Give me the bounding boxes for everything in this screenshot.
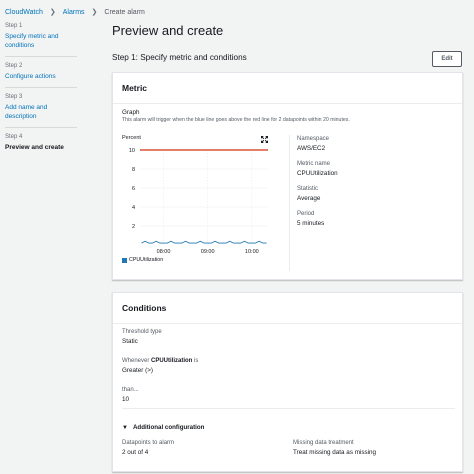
chart-legend: CPUUtilization (122, 257, 163, 263)
datapoints-to-alarm: Datapoints to alarm 2 out of 4 (122, 440, 174, 456)
whenever-condition: Whenever CPUUtilization is Greater (>) (122, 358, 198, 374)
breadcrumb-create-alarm: Create alarm (104, 8, 145, 16)
wizard-step-1: Step 1 Specify metric and conditions (5, 23, 77, 57)
metric-details: Namespace AWS/EC2 Metric name CPUUtiliza… (297, 136, 338, 236)
chevron-right-icon: ❯ (91, 9, 98, 16)
step-link-add-name[interactable]: Add name and description (5, 103, 77, 121)
than-condition: than... 10 (122, 387, 139, 403)
wizard-steps: Step 1 Specify metric and conditions Ste… (5, 23, 77, 164)
caret-down-icon: ▼ (122, 424, 128, 431)
missing-data-value: Treat missing data as missing (293, 449, 377, 456)
graph-title: Graph (122, 109, 140, 116)
graph-description: This alarm will trigger when the blue li… (122, 117, 350, 123)
chevron-right-icon: ❯ (49, 9, 56, 16)
namespace-value: AWS/EC2 (297, 145, 326, 152)
y-tick-label: 8 (132, 167, 135, 173)
statistic-value: Average (297, 195, 321, 202)
whenever-label: Whenever CPUUtilization is (122, 358, 199, 364)
metric-panel-title: Metric (113, 73, 462, 104)
legend-swatch (122, 257, 127, 263)
y-tick-label: 10 (129, 148, 135, 154)
threshold-type: Threshold type Static (122, 329, 162, 345)
divider (289, 135, 290, 271)
cpu-utilization-chart: 2 4 6 8 10 08:00 09:00 10:00 (129, 148, 268, 255)
step-link-configure-actions[interactable]: Configure actions (5, 72, 77, 81)
datapoints-label: Datapoints to alarm (122, 440, 175, 446)
metric-name-value: CPUUtilization (297, 170, 338, 177)
threshold-type-value: Static (122, 338, 138, 345)
wizard-step-4: Step 4 Preview and create (5, 134, 77, 158)
page-title: Preview and create (112, 23, 224, 38)
period-label: Period (297, 211, 315, 217)
section-title: Step 1: Specify metric and conditions (112, 53, 247, 62)
expand-icon[interactable] (261, 136, 268, 143)
than-label: than... (122, 387, 139, 393)
x-tick-label: 10:00 (245, 249, 259, 255)
y-tick-label: 4 (132, 205, 135, 211)
x-tick-label: 08:00 (157, 249, 171, 255)
step-number: Step 4 (5, 134, 23, 140)
step-number: Step 2 (5, 63, 23, 69)
threshold-type-label: Threshold type (122, 329, 162, 335)
datapoints-value: 2 out of 4 (122, 449, 149, 456)
breadcrumb-alarms[interactable]: Alarms (63, 9, 85, 16)
missing-data-treatment: Missing data treatment Treat missing dat… (293, 440, 376, 456)
y-tick-label: 2 (132, 224, 135, 230)
breadcrumb: CloudWatch ❯ Alarms ❯ Create alarm (5, 6, 145, 18)
step-current-preview: Preview and create (5, 144, 64, 151)
edit-button[interactable]: Edit (432, 51, 462, 67)
y-axis-label: Percent (122, 135, 141, 141)
step-number: Step 3 (5, 94, 23, 100)
additional-configuration-label: Additional configuration (132, 424, 205, 431)
x-tick-label: 09:00 (201, 249, 215, 255)
metric-panel: Metric Graph This alarm will trigger whe… (112, 72, 463, 280)
step-link-specify-metric[interactable]: Specify metric and conditions (5, 32, 77, 50)
breadcrumb-cloudwatch[interactable]: CloudWatch (5, 9, 43, 16)
missing-data-label: Missing data treatment (293, 440, 354, 446)
wizard-step-3: Step 3 Add name and description (5, 94, 77, 128)
wizard-step-2: Step 2 Configure actions (5, 63, 77, 88)
statistic-label: Statistic (297, 186, 319, 192)
namespace-label: Namespace (297, 136, 330, 142)
than-value: 10 (122, 396, 130, 403)
divider (122, 408, 455, 409)
metric-name-label: Metric name (297, 161, 331, 167)
y-tick-label: 6 (132, 186, 135, 192)
period-value: 5 minutes (297, 220, 325, 227)
conditions-panel-title: Conditions (113, 293, 462, 324)
series-line-cpuutilization (141, 240, 267, 244)
step-number: Step 1 (5, 23, 23, 29)
additional-configuration-toggle[interactable]: ▼ Additional configuration (122, 424, 204, 431)
whenever-value: Greater (>) (122, 367, 153, 374)
conditions-panel: Conditions Threshold type Static Wheneve… (112, 292, 463, 472)
legend-label: CPUUtilization (129, 257, 164, 263)
